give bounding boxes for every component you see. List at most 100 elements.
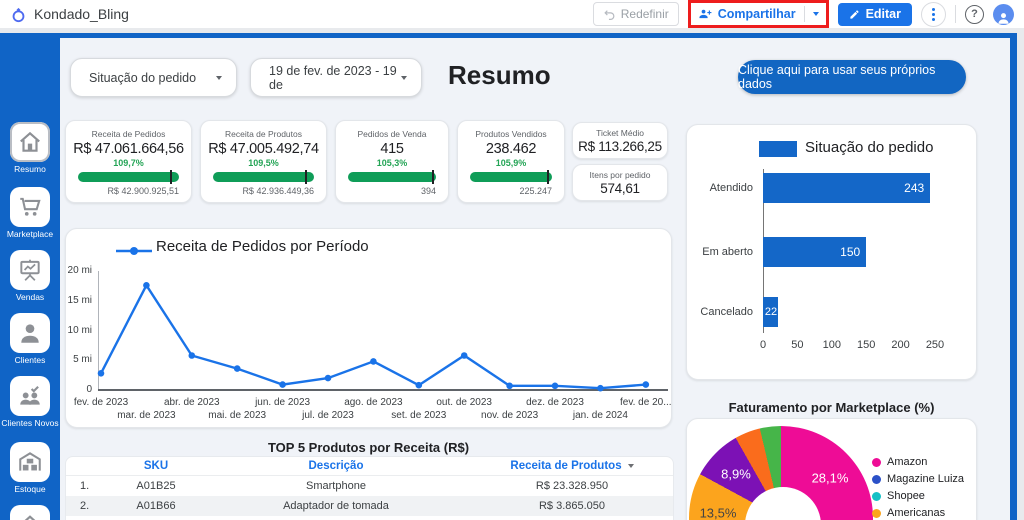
top-header: Kondado_Bling Redefinir Compartilhar: [0, 0, 1024, 28]
column-header-sku[interactable]: SKU: [111, 460, 201, 472]
bar-value-label: 150: [840, 245, 860, 259]
legend-item-magazine-luiza[interactable]: Magazine Luiza: [872, 473, 964, 485]
bar-x-tick-label: 150: [849, 339, 883, 351]
donut-slice-label: 8,9%: [721, 467, 751, 482]
legend-label: Magazine Luiza: [887, 473, 964, 485]
kpi-card[interactable]: Pedidos de Venda415105,3%394: [335, 120, 449, 203]
bar-value-label: 22: [765, 306, 777, 318]
sidebar-item-marketplace[interactable]: Marketplace: [0, 187, 60, 240]
x-tick-label: mai. de 2023: [202, 410, 272, 421]
sidebar-item-clientes[interactable]: Clientes: [0, 313, 60, 366]
more-options-icon[interactable]: [921, 2, 946, 27]
kpi-progress-bar: [213, 172, 314, 182]
kpi-card[interactable]: Ticket MédioR$ 113.266,25: [572, 122, 668, 159]
legend-dot-icon: [872, 509, 881, 518]
row-receita: R$ 3.865.050: [471, 500, 673, 512]
kpi-target-tick: [432, 170, 434, 184]
donut-hole: [745, 487, 821, 520]
sidebar-item-estoque[interactable]: Estoque: [0, 442, 60, 495]
bar-chart-card[interactable]: Situação do pedido Atendido243Em aberto1…: [686, 124, 977, 380]
people-check-icon: [10, 376, 50, 416]
compartilhar-label: Compartilhar: [718, 7, 796, 21]
column-header-receita de produtos[interactable]: Receita de Produtos: [471, 460, 673, 472]
x-tick-label: abr. de 2023: [157, 397, 227, 408]
chevron-down-icon: [216, 76, 222, 80]
bar-chart-title: Situação do pedido: [805, 139, 933, 156]
filter-situacao-pedido[interactable]: Situação do pedido: [70, 58, 237, 97]
person-add-icon: [698, 7, 712, 21]
kpi-percent: 105,3%: [336, 158, 448, 168]
bar-x-tick-label: 0: [746, 339, 780, 351]
row-sku: A01B66: [111, 500, 201, 512]
table-row[interactable]: 1.A01B25SmartphoneR$ 23.328.950: [66, 476, 673, 496]
kpi-value: 238.462: [458, 141, 564, 157]
x-tick-label: jun. de 2023: [248, 397, 318, 408]
donut-slice-label: 28,1%: [812, 471, 849, 486]
sidebar-item-label: Estoque: [0, 485, 60, 495]
row-sku: A01B25: [111, 480, 201, 492]
kpi-title: Receita de Produtos: [201, 129, 326, 139]
kpi-card[interactable]: Receita de ProdutosR$ 47.005.492,74109,5…: [200, 120, 327, 203]
kpi-title: Ticket Médio: [573, 128, 667, 138]
editar-label: Editar: [866, 7, 901, 21]
donut-chart-card[interactable]: 28,1%13,5%8,9% AmazonMagazine LuizaShope…: [686, 418, 977, 520]
home-icon: [10, 122, 50, 162]
report-title: Kondado_Bling: [34, 6, 129, 22]
legend-label: Americanas: [887, 507, 945, 519]
x-tick-label: fev. de 2023: [66, 397, 136, 408]
avatar[interactable]: [993, 4, 1014, 25]
sidebar-item-label: Vendas: [0, 293, 60, 303]
legend-item-amazon[interactable]: Amazon: [872, 456, 927, 468]
use-own-data-button[interactable]: Clique aqui para usar seus próprios dado…: [738, 60, 966, 94]
legend-label: Shopee: [887, 490, 925, 502]
help-icon[interactable]: ?: [965, 5, 984, 24]
pencil-icon: [849, 9, 860, 20]
row-number: 1.: [66, 480, 111, 492]
bar-em-aberto[interactable]: 150: [763, 237, 866, 267]
undo-icon: [603, 8, 616, 21]
legend-dot-icon: [872, 475, 881, 484]
kpi-value: R$ 47.005.492,74: [201, 141, 326, 157]
highlight-annotation-box: Compartilhar: [688, 0, 829, 28]
bar-value-label: 243: [904, 181, 924, 195]
kpi-card[interactable]: Produtos Vendidos238.462105,9%225.247: [457, 120, 565, 203]
x-tick-label: jan. de 2024: [565, 410, 635, 421]
line-chart-card[interactable]: Receita de Pedidos por Período 20 mi15 m…: [65, 228, 672, 428]
column-header-descrição[interactable]: Descrição: [201, 460, 471, 472]
bar-x-tick-label: 50: [780, 339, 814, 351]
kpi-card[interactable]: Receita de PedidosR$ 47.061.664,56109,7%…: [65, 120, 192, 203]
presentation-chart-icon: [10, 250, 50, 290]
bar-cancelado[interactable]: 22: [763, 297, 778, 327]
filter-date-range[interactable]: 19 de fev. de 2023 - 19 de: [250, 58, 422, 97]
kpi-target-tick: [170, 170, 172, 184]
legend-item-americanas[interactable]: Americanas: [872, 507, 945, 519]
sidebar-item-label: Marketplace: [0, 230, 60, 240]
kpi-card[interactable]: Itens por pedido574,61: [572, 164, 668, 201]
sidebar-item-resumo[interactable]: Resumo: [0, 122, 60, 175]
bar-x-tick-label: 100: [815, 339, 849, 351]
kondado-logo-icon: [10, 6, 27, 23]
kpi-percent: 105,9%: [458, 158, 564, 168]
chevron-down-icon[interactable]: [813, 12, 819, 16]
kpi-progress-bar: [470, 172, 552, 182]
sidebar-item-clientes-novos[interactable]: Clientes Novos: [0, 376, 60, 429]
row-desc: Adaptador de tomada: [201, 500, 471, 512]
x-tick-label: dez. de 2023: [520, 397, 590, 408]
kpi-title: Receita de Pedidos: [66, 129, 191, 139]
compartilhar-button[interactable]: Compartilhar: [693, 3, 824, 25]
redefinir-button[interactable]: Redefinir: [593, 2, 679, 26]
x-tick-label: nov. de 2023: [475, 410, 545, 421]
bar-atendido[interactable]: 243: [763, 173, 930, 203]
kpi-value: 415: [336, 141, 448, 157]
kpi-row: Receita de PedidosR$ 47.061.664,56109,7%…: [60, 120, 690, 205]
y-tick-label: 20 mi: [66, 265, 92, 277]
sidebar-item-vendas[interactable]: Vendas: [0, 250, 60, 303]
column-header-label: Receita de Produtos: [510, 460, 621, 472]
sidebar-item-partial[interactable]: [0, 505, 60, 520]
editar-button[interactable]: Editar: [838, 3, 912, 26]
kpi-progress-bar: [348, 172, 436, 182]
legend-item-shopee[interactable]: Shopee: [872, 490, 925, 502]
table-row[interactable]: 2.A01B66Adaptador de tomadaR$ 3.865.050: [66, 496, 673, 516]
row-receita: R$ 23.328.950: [471, 480, 673, 492]
sort-caret-icon: [628, 464, 634, 468]
